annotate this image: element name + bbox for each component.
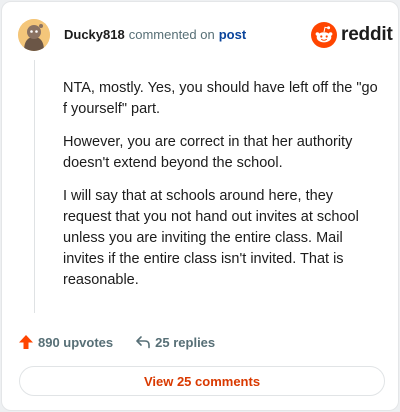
upvote-arrow-icon (19, 335, 33, 349)
username[interactable]: Ducky818 (64, 27, 125, 42)
reply-arrow-icon (136, 336, 150, 349)
comment-header: Ducky818 commented on post reddit (2, 2, 398, 64)
reddit-logo[interactable]: reddit (311, 22, 393, 48)
thread-line (34, 60, 35, 313)
upvote-count: 890 upvotes (38, 334, 114, 350)
snoo-avatar-icon[interactable] (18, 19, 50, 51)
comment-actions: 890 upvotes 25 replies (18, 332, 215, 352)
action-text: commented on (128, 27, 215, 42)
replies-button[interactable]: 25 replies (135, 334, 215, 350)
view-comments-button[interactable]: View 25 comments (19, 366, 385, 396)
upvote-button[interactable]: 890 upvotes (18, 334, 113, 350)
comment-card: Ducky818 commented on post reddit NTA, mos… (1, 1, 399, 411)
comment-meta: Ducky818 commented on post (64, 28, 246, 42)
reddit-wordmark: reddit (341, 24, 393, 45)
post-link[interactable]: post (219, 27, 246, 42)
comment-paragraph: I will say that at schools around here, … (63, 188, 359, 288)
reply-count: 25 replies (155, 334, 216, 350)
comment-paragraph: NTA, mostly. Yes, you should have left o… (63, 80, 378, 117)
reddit-snoo-icon (311, 22, 337, 48)
comment-body: NTA, mostly. Yes, you should have left o… (63, 78, 385, 303)
comment-paragraph: However, you are correct in that her aut… (63, 134, 353, 171)
